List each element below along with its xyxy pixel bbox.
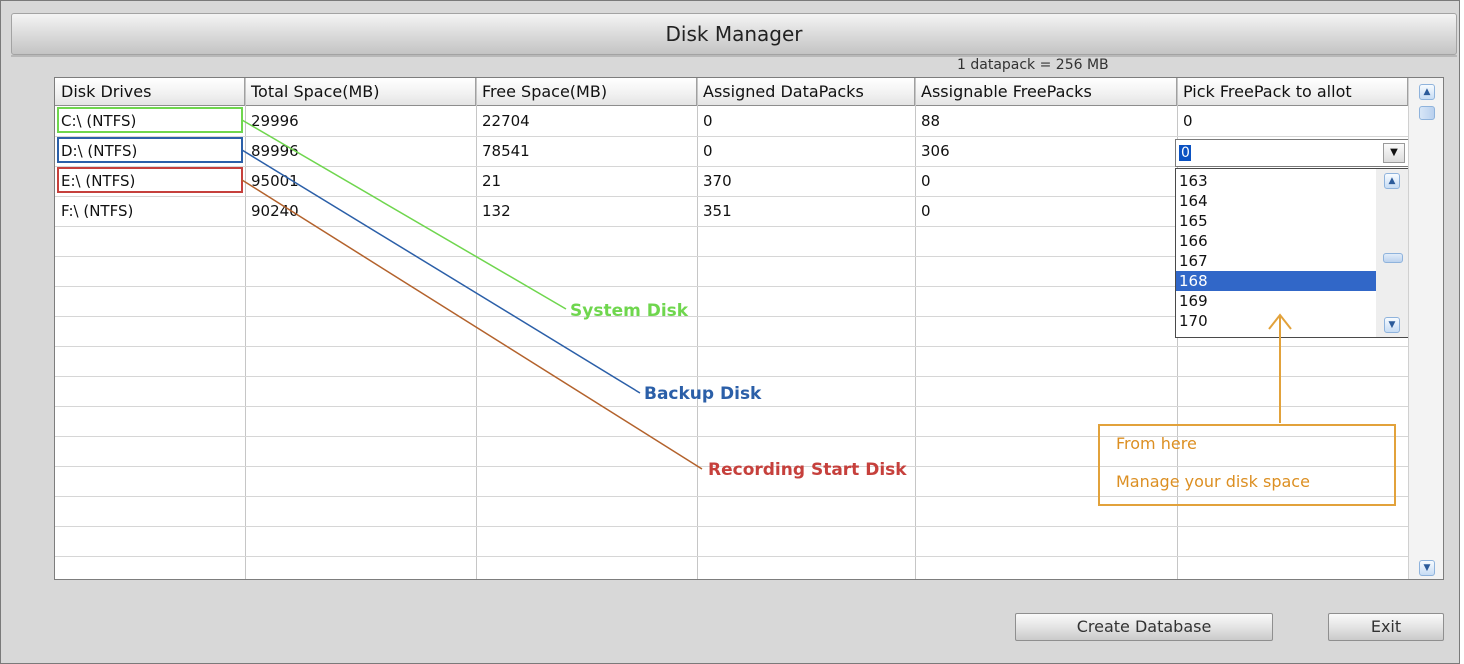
column-header-assignable-freepacks[interactable]: Assignable FreePacks	[915, 78, 1177, 106]
scroll-up-icon[interactable]: ▲	[1384, 173, 1400, 189]
disk-manager-window: Disk Manager 1 datapack = 256 MB Disk Dr…	[0, 0, 1460, 664]
system-disk-highlight	[57, 107, 243, 133]
cell-total-e: 95001	[251, 172, 299, 190]
system-disk-label: System Disk	[570, 301, 689, 321]
cell-assignable-d: 306	[921, 142, 950, 160]
cell-assignable-c: 88	[921, 112, 941, 130]
freepack-dropdown-list[interactable]: 163 164 165 166 167 168 169 170 ▲ ▼	[1175, 168, 1409, 338]
title-divider	[11, 55, 1457, 57]
combo-value: 0	[1179, 145, 1191, 161]
dropdown-scrollbar[interactable]: ▲ ▼	[1376, 169, 1408, 337]
recording-start-disk-label: Recording Start Disk	[708, 460, 907, 480]
dropdown-option[interactable]: 165	[1176, 211, 1376, 231]
row-divider	[55, 556, 1408, 557]
column-header-disk-drives[interactable]: Disk Drives	[55, 78, 245, 106]
note-line-1: From here	[1116, 434, 1197, 453]
create-database-button[interactable]: Create Database	[1015, 613, 1273, 641]
cell-total-f: 90240	[251, 202, 299, 220]
dropdown-option[interactable]: 170	[1176, 311, 1376, 331]
cell-assigned-e: 370	[703, 172, 732, 190]
dropdown-arrow-icon[interactable]: ▼	[1383, 143, 1405, 163]
scroll-up-icon[interactable]: ▲	[1419, 84, 1435, 100]
cell-assigned-d: 0	[703, 142, 713, 160]
cell-pick-c[interactable]: 0	[1177, 107, 1193, 135]
manage-space-note: From here Manage your disk space	[1098, 424, 1396, 506]
datapack-size-note: 1 datapack = 256 MB	[957, 57, 1109, 73]
exit-button[interactable]: Exit	[1328, 613, 1444, 641]
column-header-free-space[interactable]: Free Space(MB)	[476, 78, 697, 106]
dropdown-option[interactable]: 166	[1176, 231, 1376, 251]
note-line-2: Manage your disk space	[1116, 472, 1310, 491]
column-header-total-space[interactable]: Total Space(MB)	[245, 78, 476, 106]
backup-disk-highlight	[57, 137, 243, 163]
row-divider	[55, 376, 1408, 377]
cell-free-e: 21	[482, 172, 502, 190]
recording-disk-highlight	[57, 167, 243, 193]
backup-disk-label: Backup Disk	[644, 384, 762, 404]
dropdown-option[interactable]: 163	[1176, 171, 1376, 191]
cell-assigned-f: 351	[703, 202, 732, 220]
cell-total-c: 29996	[251, 112, 299, 130]
cell-assignable-f: 0	[921, 202, 931, 220]
cell-free-f: 132	[482, 202, 511, 220]
column-header-assigned-datapacks[interactable]: Assigned DataPacks	[697, 78, 915, 106]
scroll-down-icon[interactable]: ▼	[1419, 560, 1435, 576]
dropdown-scroll-thumb[interactable]	[1383, 253, 1403, 263]
row-divider	[55, 526, 1408, 527]
cell-total-d: 89996	[251, 142, 299, 160]
cell-assigned-c: 0	[703, 112, 713, 130]
dropdown-option[interactable]: 167	[1176, 251, 1376, 271]
cell-free-d: 78541	[482, 142, 530, 160]
freepack-combo[interactable]: 0 ▼	[1175, 139, 1409, 167]
window-title: Disk Manager	[11, 13, 1457, 55]
cell-assignable-e: 0	[921, 172, 931, 190]
cell-free-c: 22704	[482, 112, 530, 130]
column-header-pick-freepack[interactable]: Pick FreePack to allot	[1177, 78, 1408, 106]
row-divider	[55, 406, 1408, 407]
dropdown-option[interactable]: 164	[1176, 191, 1376, 211]
scroll-down-icon[interactable]: ▼	[1384, 317, 1400, 333]
table-scroll-thumb[interactable]	[1419, 106, 1435, 120]
dropdown-option[interactable]: 169	[1176, 291, 1376, 311]
row-divider	[55, 346, 1408, 347]
table-scrollbar[interactable]: ▲ ▼	[1408, 78, 1443, 579]
cell-drive-f[interactable]: F:\ (NTFS)	[55, 197, 133, 225]
dropdown-option-selected[interactable]: 168	[1176, 271, 1376, 291]
